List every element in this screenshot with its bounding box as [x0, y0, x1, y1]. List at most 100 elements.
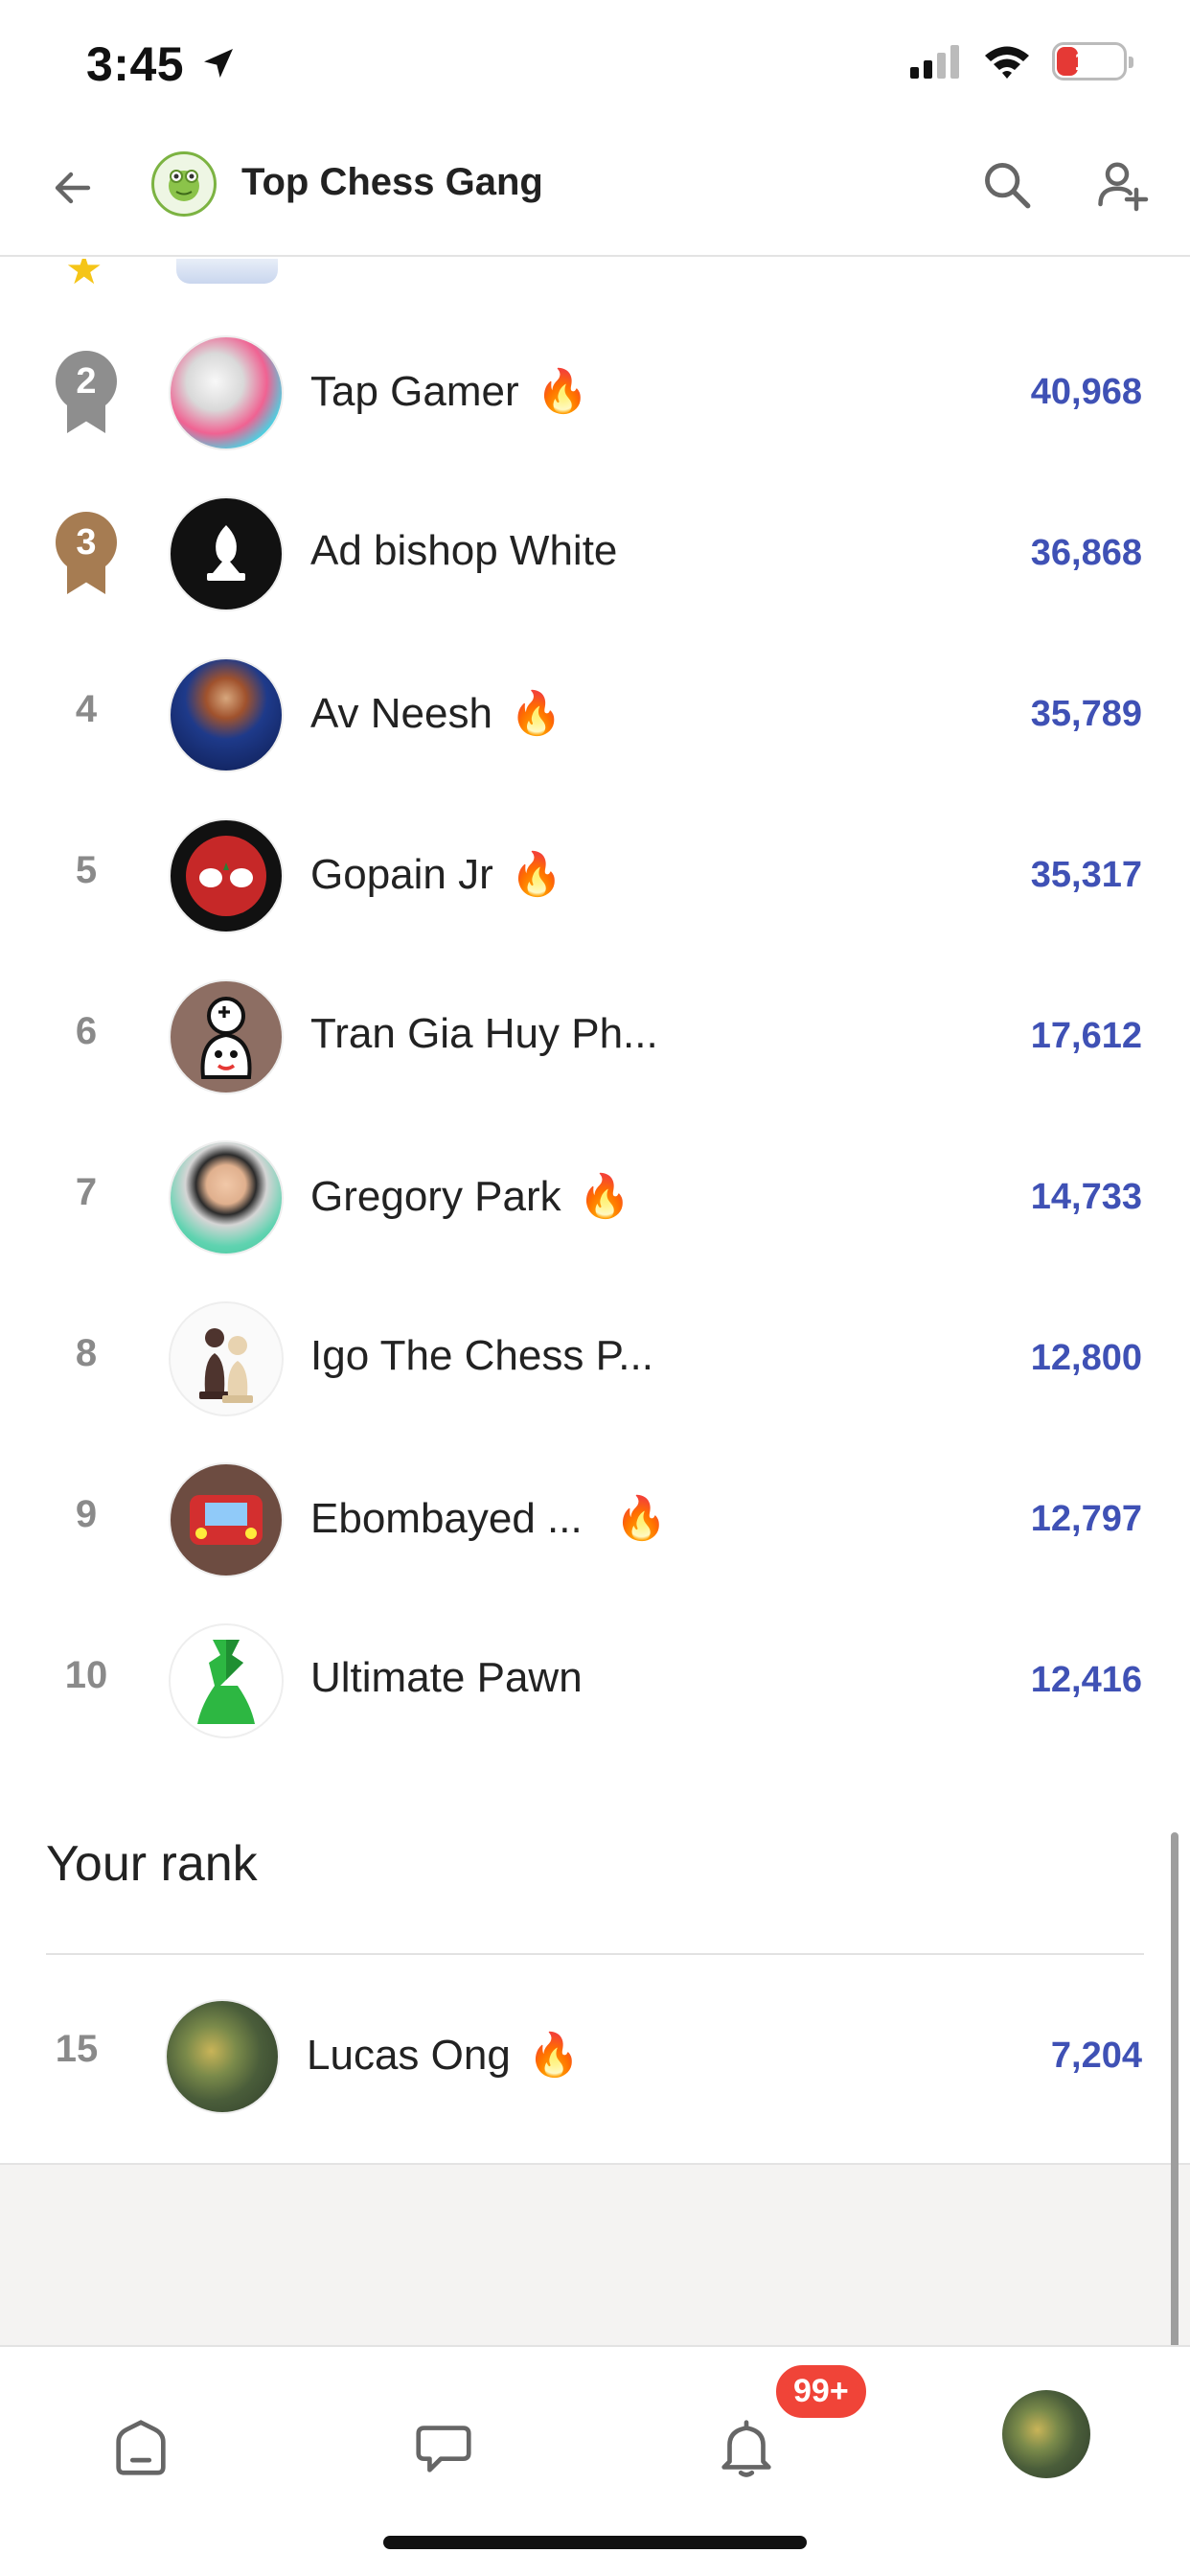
cartoon-pawn-icon — [200, 997, 252, 1079]
player-name: Igo The Chess P... — [310, 1332, 653, 1379]
leaderboard-row[interactable]: 4 Av Neesh 🔥 35,789 — [0, 634, 1190, 795]
fire-icon: 🔥 — [509, 690, 562, 737]
avatar — [169, 496, 284, 611]
fire-icon: 🔥 — [536, 368, 589, 415]
fire-icon: 🔥 — [510, 851, 563, 898]
avatar — [165, 1999, 280, 2114]
your-rank-heading: Your rank — [46, 1836, 258, 1892]
player-score: 7,204 — [1050, 2036, 1142, 2076]
star-icon: ★ — [65, 259, 103, 288]
player-name-text: Gopain Jr — [310, 851, 493, 898]
rank-number: 15 — [55, 2028, 99, 2070]
avatar — [169, 1140, 284, 1255]
bishop-icon — [207, 525, 245, 581]
add-user-icon — [1098, 162, 1149, 212]
signal-icon — [910, 45, 959, 79]
avatar — [169, 818, 284, 933]
rank-number: 6 — [75, 1010, 98, 1052]
bell-icon — [721, 2420, 771, 2477]
leaderboard-row[interactable]: 3 Ad bishop White 36,868 — [0, 473, 1190, 634]
leaderboard-row[interactable]: 6 Tran Gia Huy Ph... 17,612 — [0, 956, 1190, 1117]
player-score: 36,868 — [1030, 533, 1142, 573]
avatar — [169, 1462, 284, 1577]
group-title[interactable]: Top Chess Gang — [241, 161, 543, 204]
status-bar: 3:45 16 — [0, 0, 1190, 126]
avatar — [169, 335, 284, 450]
footer-spacer — [0, 2163, 1190, 2345]
rank-number: 7 — [75, 1171, 98, 1213]
back-button[interactable] — [42, 157, 103, 218]
player-name: Av Neesh 🔥 — [310, 688, 562, 738]
player-name: Tran Gia Huy Ph... — [310, 1010, 658, 1057]
tab-notifications[interactable] — [703, 2404, 790, 2491]
rank-number: 3 — [56, 512, 117, 573]
bronze-medal-icon: 3 — [46, 512, 126, 627]
battery-level: 16 — [1074, 46, 1105, 76]
leaderboard-row[interactable]: 2 Tap Gamer 🔥 40,968 — [0, 312, 1190, 473]
leaderboard-row[interactable]: 8 Igo The Chess P... 12,800 — [0, 1278, 1190, 1439]
battery-indicator: 16 — [1052, 42, 1133, 80]
your-rank-row[interactable]: 15 Lucas Ong 🔥 7,204 — [0, 1976, 1190, 2137]
home-icon — [116, 2420, 166, 2475]
player-name-text: Lucas Ong — [307, 2032, 511, 2079]
fire-icon: 🔥 — [527, 2032, 581, 2079]
player-score: 40,968 — [1030, 372, 1142, 412]
add-member-button[interactable] — [1087, 151, 1157, 218]
player-name-text: Ebombayed ... — [310, 1495, 583, 1542]
player-name: Lucas Ong 🔥 — [307, 2030, 581, 2080]
player-score: 12,416 — [1030, 1660, 1142, 1700]
fire-icon: 🔥 — [614, 1495, 668, 1542]
green-pawn-icon — [197, 1640, 255, 1724]
search-button[interactable] — [973, 151, 1041, 218]
rank-number: 9 — [75, 1493, 98, 1535]
avatar — [169, 1301, 284, 1416]
back-arrow-icon — [55, 172, 91, 204]
group-avatar[interactable] — [151, 151, 217, 217]
player-score: 17,612 — [1030, 1016, 1142, 1056]
rank-number: 10 — [64, 1654, 108, 1696]
location-arrow-icon — [204, 49, 233, 78]
notification-badge: 99+ — [772, 2361, 870, 2422]
tab-chat[interactable] — [400, 2404, 487, 2491]
avatar — [169, 979, 284, 1094]
player-name: Ebombayed ... 🔥 — [310, 1493, 668, 1543]
silver-medal-icon: 2 — [46, 351, 126, 466]
player-name: Gregory Park 🔥 — [310, 1171, 630, 1221]
wifi-icon — [985, 46, 1029, 79]
player-name-text: Av Neesh — [310, 690, 492, 737]
rank-number: 8 — [75, 1332, 98, 1374]
rank-number: 5 — [75, 849, 98, 891]
leaderboard-row[interactable]: 10 Ultimate Pawn 12,416 — [0, 1600, 1190, 1761]
leaderboard-row[interactable]: 9 Ebombayed ... 🔥 12,797 — [0, 1439, 1190, 1600]
avatar — [176, 259, 278, 284]
divider — [46, 1953, 1144, 1955]
player-name: Ad bishop White — [310, 527, 618, 574]
player-score: 12,797 — [1030, 1499, 1142, 1539]
status-time: 3:45 — [86, 37, 185, 91]
rank-number: 2 — [56, 351, 117, 412]
player-name: Gopain Jr 🔥 — [310, 849, 563, 899]
status-indicators: 16 — [908, 42, 1133, 80]
home-indicator[interactable] — [383, 2536, 807, 2549]
leaderboard-row[interactable]: 5 Gopain Jr 🔥 35,317 — [0, 795, 1190, 956]
avatar — [169, 1623, 284, 1738]
player-name-text: Gregory Park — [310, 1173, 561, 1220]
player-score: 35,789 — [1030, 694, 1142, 734]
player-name-text: Tap Gamer — [310, 368, 519, 415]
header: Top Chess Gang — [0, 126, 1190, 257]
tab-profile[interactable] — [1002, 2390, 1090, 2478]
frog-logo-icon — [169, 170, 199, 201]
handheld-game-icon — [190, 1495, 263, 1545]
tab-home[interactable] — [98, 2404, 184, 2491]
player-name: Ultimate Pawn — [310, 1654, 583, 1701]
avatar — [169, 657, 284, 772]
search-icon — [985, 163, 1031, 209]
countryball-icon — [186, 836, 266, 916]
rank-number: 4 — [75, 688, 98, 730]
fire-icon: 🔥 — [578, 1173, 631, 1220]
leaderboard-row[interactable]: 7 Gregory Park 🔥 14,733 — [0, 1117, 1190, 1278]
chat-icon — [416, 2426, 471, 2472]
player-score: 35,317 — [1030, 855, 1142, 895]
partial-leaderboard-row: ★ — [0, 259, 1190, 288]
chess-pawns-icon — [199, 1328, 253, 1403]
